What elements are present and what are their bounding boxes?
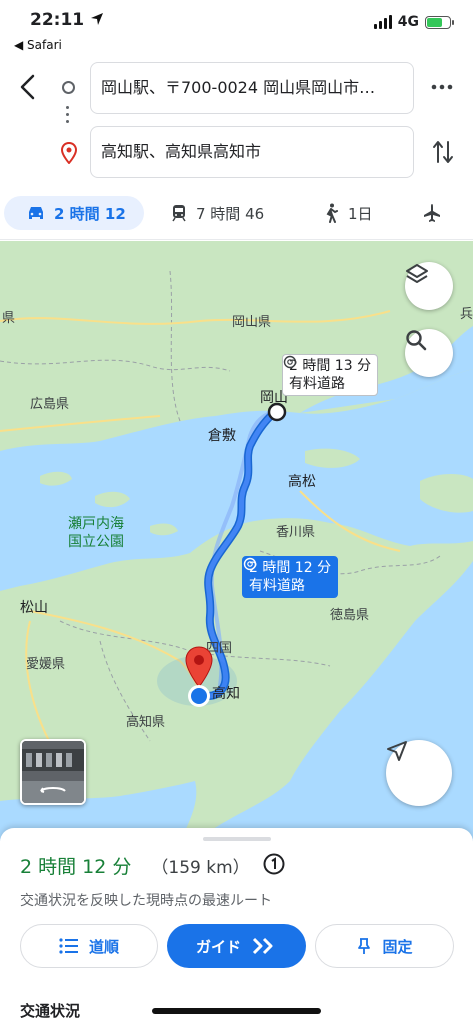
toll-icon (243, 557, 257, 571)
origin-input[interactable]: 岡山駅、〒700-0024 岡山県岡山市… (90, 62, 414, 114)
flight-icon (424, 204, 440, 222)
steps-button[interactable]: 道順 (20, 924, 158, 968)
battery-icon (425, 15, 454, 29)
search-button[interactable] (405, 329, 453, 377)
start-guide-label: ガイド (195, 937, 241, 956)
label-right-edge: 兵 (460, 307, 473, 322)
car-icon (29, 207, 43, 219)
tab-walking[interactable]: 1日 (322, 196, 373, 230)
route-summary-sheet[interactable]: 2 時間 12 分 （159 km） 交通状況を反映した現時点の最速ルート 道順… (0, 828, 473, 1024)
route-description: 交通状況を反映した現時点の最速ルート (20, 893, 272, 909)
double-chevron-icon (252, 937, 273, 955)
origin-marker-icon (62, 81, 75, 94)
home-indicator[interactable] (152, 1008, 321, 1014)
signal-icon (373, 15, 392, 29)
tab-flights[interactable] (422, 196, 442, 230)
city-matsuyama: 松山 (20, 600, 48, 616)
destination-input[interactable]: 高知駅、高知県高知市 (90, 126, 414, 178)
travel-mode-tabs: 2 時間 12 7 時間 46 1日 (0, 190, 473, 240)
steps-button-label: 道順 (88, 937, 119, 956)
route-alt-callout[interactable]: 2 時間 13 分 有料道路 (282, 354, 379, 396)
map-view[interactable]: 岡山県 広島県 香川県 徳島県 愛媛県 高知県 瀬戸内海 国立公園 四国 県 兵… (0, 241, 473, 841)
label-hiroshima-pref: 広島県 (30, 397, 70, 412)
street-view-thumbnail[interactable] (20, 739, 86, 805)
toll-icon (283, 355, 297, 369)
list-icon (59, 938, 78, 954)
route-alt-toll: 有料道路 (283, 355, 371, 393)
pin-button-label: 固定 (382, 937, 413, 956)
train-icon (172, 205, 186, 222)
label-setonaikai-park: 瀬戸内海 国立公園 (68, 516, 124, 550)
directions-header: 岡山駅、〒700-0024 岡山県岡山市… 高知駅、高知県高知市 (0, 58, 473, 188)
tab-driving-label: 2 時間 12 (54, 204, 126, 223)
route-main-toll: 有料道路 (243, 557, 331, 595)
tab-transit-label: 7 時間 46 (196, 204, 265, 223)
label-kochi-pref: 高知県 (126, 715, 166, 730)
route-duration: 2 時間 12 分 (20, 856, 132, 878)
tab-driving[interactable]: 2 時間 12 (4, 196, 144, 230)
status-time: 22:11 (30, 10, 104, 30)
pin-button[interactable]: 固定 (315, 924, 454, 968)
tab-transit[interactable]: 7 時間 46 (170, 196, 264, 230)
tab-walking-label: 1日 (348, 204, 373, 223)
city-kochi: 高知 (212, 686, 240, 702)
back-arrow-icon[interactable] (16, 72, 40, 102)
start-guide-button[interactable]: ガイド (167, 924, 306, 968)
navigation-arrow-icon (387, 741, 407, 761)
more-options-icon[interactable] (429, 76, 455, 98)
status-indicators: 4G (373, 14, 454, 30)
label-tokushima-pref: 徳島県 (330, 608, 370, 623)
pin-icon (358, 938, 371, 954)
route-main-time: 2 時間 12 分 (249, 560, 332, 576)
route-alt-toll-label: 有料道路 (289, 376, 345, 392)
sheet-drag-handle[interactable] (203, 837, 271, 841)
location-arrow-icon (91, 13, 104, 25)
route-alt-time: 2 時間 13 分 (289, 358, 372, 374)
traffic-section-title: 交通状況 (20, 1002, 81, 1020)
city-kurashiki: 倉敷 (208, 428, 236, 444)
destination-pin-icon (60, 142, 78, 164)
label-ehime-pref: 愛媛県 (26, 657, 66, 672)
walk-icon (326, 203, 338, 223)
network-type: 4G (397, 14, 419, 30)
label-kagawa-pref: 香川県 (276, 525, 316, 540)
toll-road-icon (263, 853, 285, 875)
route-distance: （159 km） (151, 858, 250, 878)
label-okayama-pref: 岡山県 (232, 315, 272, 330)
layers-button[interactable] (405, 262, 453, 310)
origin-marker-icon[interactable] (266, 401, 288, 423)
route-main-toll-label: 有料道路 (249, 578, 305, 594)
clock-text: 22:11 (30, 10, 85, 30)
recenter-button[interactable] (386, 740, 452, 806)
current-location-icon (188, 685, 210, 707)
layers-icon (406, 264, 428, 283)
route-main-callout[interactable]: 2 時間 12 分 有料道路 (242, 556, 339, 598)
label-left-edge: 県 (2, 311, 16, 326)
city-takamatsu: 高松 (288, 474, 316, 490)
status-bar: 22:11 ◀ Safari 4G (0, 0, 473, 58)
back-to-app-link[interactable]: ◀ Safari (14, 38, 62, 52)
route-dots-icon (66, 106, 70, 127)
street-view-image (22, 741, 84, 803)
search-icon (406, 330, 427, 351)
route-summary: 2 時間 12 分 （159 km） (20, 852, 250, 879)
swap-icon[interactable] (431, 138, 455, 166)
